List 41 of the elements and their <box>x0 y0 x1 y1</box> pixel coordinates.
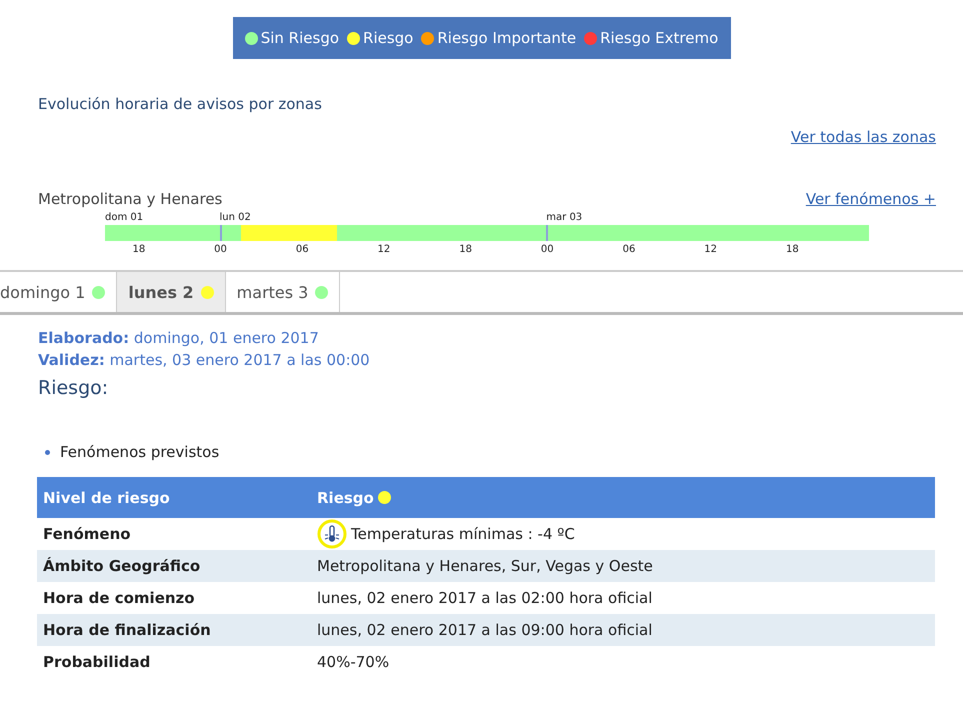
bullet-text: Fenómenos previstos <box>60 443 220 461</box>
zone-name: Metropolitana y Henares <box>38 190 222 208</box>
phenomena-link[interactable]: Ver fenómenos + <box>806 190 936 208</box>
legend-label: Riesgo <box>363 29 414 47</box>
day-tab[interactable]: domingo 1 <box>0 272 118 312</box>
day-tab[interactable]: martes 3 <box>226 272 340 312</box>
value-cell: Metropolitana y Henares, Sur, Vegas y Oeste <box>311 550 935 582</box>
label-cell: Probabilidad <box>37 646 311 678</box>
hour-label: 18 <box>131 244 146 255</box>
hour-label: 00 <box>540 244 555 255</box>
hour-label: 12 <box>376 244 392 255</box>
legend-label: Sin Riesgo <box>260 29 340 47</box>
day-tab[interactable]: lunes 2 <box>117 272 226 312</box>
day-label: mar 03 <box>546 212 582 223</box>
header-cell: Nivel de riesgo <box>37 477 311 518</box>
section-title: Evolución horaria de avisos por zonas <box>38 95 323 113</box>
value-cell: lunes, 02 enero 2017 a las 09:00 hora oficial <box>311 614 935 646</box>
day-label: lun 02 <box>220 212 251 223</box>
all-zones-link[interactable]: Ver todas las zonas <box>790 128 936 146</box>
legend-label: Riesgo Importante <box>437 29 576 47</box>
hour-label: 18 <box>784 244 800 255</box>
hour-label: 06 <box>622 244 636 255</box>
risk-heading: Riesgo: <box>38 377 110 399</box>
meta-line: Elaborado: domingo, 01 enero 2017 <box>38 328 320 349</box>
day-label: dom 01 <box>105 212 144 223</box>
hour-label: 12 <box>703 244 718 255</box>
legend-label: Riesgo Extremo <box>600 29 718 47</box>
value-cell: lunes, 02 enero 2017 a las 02:00 hora oficial <box>311 582 935 614</box>
header-cell: Riesgo <box>311 477 935 518</box>
value-cell: 40%-70% <box>311 646 935 678</box>
hour-label: 00 <box>213 244 228 255</box>
label-cell: Hora de comienzo <box>37 582 311 614</box>
label-cell: Ámbito Geográfico <box>37 550 311 582</box>
bullet-icon <box>45 450 50 454</box>
phenomenon-text: Temperaturas mínimas : -4 ºC <box>351 525 575 543</box>
hour-label: 18 <box>458 244 473 255</box>
thermometer-icon <box>317 519 347 549</box>
label-cell: Fenómeno <box>37 518 311 550</box>
meta-line: Validez: martes, 03 enero 2017 a las 00:00 <box>38 350 371 371</box>
label-cell: Hora de finalización <box>37 614 311 646</box>
hour-label: 06 <box>294 244 310 255</box>
